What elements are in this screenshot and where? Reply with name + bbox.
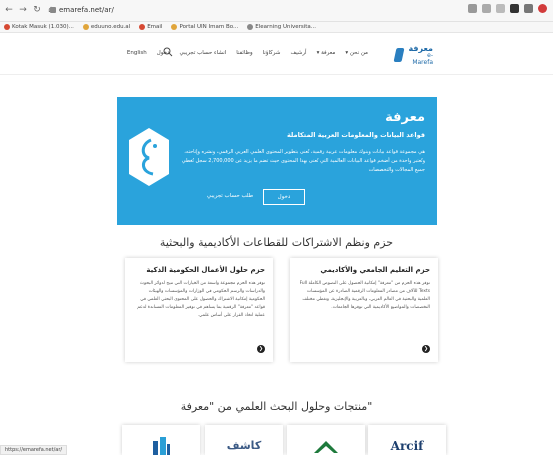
card-body: توفر هذه الحزم مجموعة واسعة من الخيارات … <box>137 281 265 318</box>
hero-title: معرفة <box>385 110 425 125</box>
nav-item[interactable]: من نحن ▾ <box>345 50 368 56</box>
bookmark-label: Kotak Masuk (1.030)... <box>12 23 74 30</box>
nav-item[interactable]: انشاء حساب تجريبي <box>179 50 226 56</box>
card-body: توفر هذه الحزم من "معرفة" إمكانية الحصول… <box>299 281 430 310</box>
product-card[interactable] <box>122 425 200 455</box>
logo-arabic: معرفة <box>408 43 433 53</box>
hero-subtitle: قواعد البيانات والمعلومات العربية المتكا… <box>286 131 425 139</box>
bookmark-item[interactable]: Elearning Universita... <box>247 22 316 32</box>
package-card-government[interactable]: حزم حلول الأعمال الحكومية الذكية توفر هذ… <box>125 258 273 362</box>
search-icon[interactable] <box>163 47 173 57</box>
product-label: Arcif <box>390 439 424 453</box>
arrow-icon[interactable]: ❮ <box>422 345 430 353</box>
address-bar[interactable]: emarefa.net/ar/ <box>50 4 430 17</box>
hero-banner: معرفة قواعد البيانات والمعلومات العربية … <box>117 97 437 225</box>
reload-icon[interactable]: ↻ <box>32 5 42 15</box>
hero-description: هي مجموعة قواعد بيانات وبنوك معلومات عرب… <box>181 149 425 173</box>
bookmark-item[interactable]: eduuno.edu.al <box>82 22 131 32</box>
product-card-kashif[interactable]: كاشف <box>205 425 283 455</box>
bookmark-favicon-icon <box>82 24 89 30</box>
extension-icon[interactable] <box>496 4 505 13</box>
status-bar: https://emarefa.net/ar/ <box>0 445 68 455</box>
extension-icon[interactable] <box>482 4 491 13</box>
nav-item[interactable]: وظائفنا <box>236 50 252 56</box>
nav-item[interactable]: أرشيف <box>290 50 306 56</box>
profile-avatar[interactable] <box>538 4 547 13</box>
product-card[interactable] <box>287 425 365 455</box>
url-text: emarefa.net/ar/ <box>59 6 114 14</box>
card-title: حزم حلول الأعمال الحكومية الذكية <box>146 266 265 274</box>
bookmarks-bar: Kotak Masuk (1.030)... eduuno.edu.al Email… <box>0 22 553 33</box>
bookmark-favicon-icon <box>171 24 178 30</box>
forward-icon[interactable]: → <box>18 5 28 15</box>
nav-item[interactable]: معرفة ▾ <box>317 50 336 56</box>
bookmark-label: Email <box>147 23 163 30</box>
bookmark-item[interactable]: Email <box>139 22 162 32</box>
bookmark-favicon-icon <box>247 24 254 30</box>
bookmark-favicon-icon <box>139 24 146 30</box>
browser-toolbar: ← → ↻ ⌂ emarefa.net/ar/ <box>0 0 553 22</box>
book-logo-icon <box>314 441 338 453</box>
bookmark-favicon-icon <box>4 24 10 30</box>
logo-text: معرفة e-Marefa <box>408 43 433 66</box>
bookmark-label: eduuno.edu.al <box>90 23 131 30</box>
lock-icon <box>50 7 56 13</box>
extension-icons <box>468 4 547 13</box>
product-card-arcif[interactable]: Arcif <box>368 425 446 455</box>
package-card-university[interactable]: حزم التعليم الجامعي والأكاديمي توفر هذه … <box>290 258 438 362</box>
back-icon[interactable]: ← <box>4 5 14 15</box>
site-logo[interactable]: معرفة e-Marefa <box>393 43 433 67</box>
bookmark-item[interactable]: Kotak Masuk (1.030)... <box>4 22 74 32</box>
card-title: حزم التعليم الجامعي والأكاديمي <box>320 266 430 274</box>
products-heading: منتجات وحلول البحث العلمي من "معرفة" <box>180 400 373 413</box>
logo-mark-icon <box>393 46 405 64</box>
building-logo-icon <box>153 437 170 455</box>
arrow-icon[interactable]: ❮ <box>257 345 265 353</box>
login-button[interactable]: دخول <box>263 189 305 205</box>
nav-item[interactable]: شركاؤنا <box>263 50 281 56</box>
request-trial-button[interactable]: طلب حساب تجريبي <box>205 189 255 205</box>
bookmark-label: Elearning Universita... <box>255 23 317 30</box>
marefa-emblem-icon <box>129 128 169 186</box>
site-header: معرفة e-Marefa من نحن ▾ معرفة ▾ أرشيف شر… <box>0 33 553 75</box>
extension-icon[interactable] <box>524 4 533 13</box>
bookmark-item[interactable]: Portal UIN Imam Bo... <box>171 22 238 32</box>
extension-icon[interactable] <box>468 4 477 13</box>
browser-nav-buttons: ← → ↻ ⌂ <box>4 5 56 15</box>
bookmark-label: Portal UIN Imam Bo... <box>179 23 239 30</box>
packages-heading: حزم ونظم الاشتراكات للقطاعات الأكاديمية … <box>159 236 394 249</box>
logo-english: e-Marefa <box>412 51 433 66</box>
nav-item[interactable]: English <box>127 50 147 56</box>
product-label: كاشف <box>226 439 262 452</box>
extension-icon[interactable] <box>510 4 519 13</box>
